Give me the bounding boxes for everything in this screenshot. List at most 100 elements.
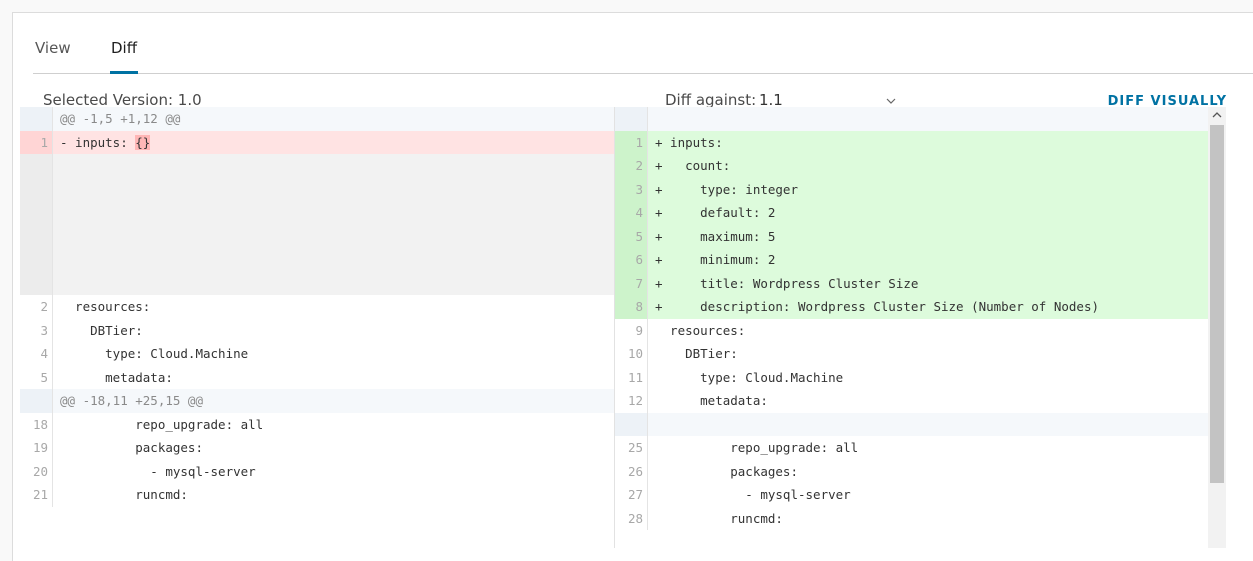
diff-line-left	[20, 248, 614, 272]
diff-line-left: 2 resources:	[20, 295, 614, 319]
diff-line-right: 5 + maximum: 5	[615, 224, 1209, 248]
line-number	[20, 177, 53, 201]
diff-line-left	[20, 177, 614, 201]
changed-token-highlight: {}	[135, 134, 151, 150]
diff-left-pane: @@ -1,5 +1,12 @@ 1 - inputs: {} 2 resources…	[20, 107, 614, 548]
line-code: - inputs: {}	[60, 131, 151, 155]
line-code-text: @@ -18,11 +25,15 @@	[60, 393, 203, 408]
line-code-text: + inputs:	[655, 134, 723, 150]
line-code-text: type: Cloud.Machine	[60, 346, 249, 361]
diff-line-right: 4 + default: 2	[615, 201, 1209, 225]
diff-line-right: 11 type: Cloud.Machine	[615, 365, 1209, 389]
line-number: 18	[20, 412, 53, 436]
diff-line-right	[615, 412, 1209, 436]
diff-line-right: 27 - mysql-server	[615, 483, 1209, 507]
line-number	[20, 107, 53, 131]
line-number: 4	[615, 201, 648, 225]
line-number	[615, 107, 648, 131]
diff-line-left: 21 runcmd:	[20, 483, 614, 507]
chevron-down-icon	[885, 93, 897, 105]
line-number: 19	[20, 436, 53, 460]
diff-line-right: 2 + count:	[615, 154, 1209, 178]
line-code-text: repo_upgrade: all	[60, 416, 264, 432]
line-code-text: runcmd:	[655, 510, 783, 526]
line-code-text: packages:	[60, 440, 203, 455]
line-number	[20, 271, 53, 295]
line-number: 27	[615, 483, 648, 507]
line-number: 3	[20, 318, 53, 342]
line-number: 26	[615, 459, 648, 483]
line-number: 6	[615, 248, 648, 272]
line-number: 5	[20, 365, 53, 389]
diff-line-right: 6 + minimum: 2	[615, 248, 1209, 272]
line-code-text: - mysql-server	[60, 463, 256, 479]
line-code-text: - mysql-server	[655, 487, 851, 502]
tab-bar: View Diff	[33, 35, 1253, 74]
diff-right-pane: 1 + inputs: 2 + count: 3 + type: integer 4 + de…	[614, 107, 1209, 548]
diff-line-left	[20, 224, 614, 248]
line-code: repo_upgrade: all	[60, 413, 263, 437]
line-number	[20, 201, 53, 225]
line-number: 21	[20, 483, 53, 507]
tab-view[interactable]: View	[35, 35, 71, 73]
line-number	[20, 224, 53, 248]
line-code: resources:	[655, 319, 745, 343]
line-number: 28	[615, 506, 648, 530]
line-number: 11	[615, 365, 648, 389]
tab-diff[interactable]: Diff	[110, 35, 139, 74]
scrollbar-thumb[interactable]	[1210, 125, 1224, 483]
diff-line-left	[20, 154, 614, 178]
line-number: 3	[615, 177, 648, 201]
line-number	[20, 248, 53, 272]
line-code: type: Cloud.Machine	[60, 342, 248, 366]
line-number: 2	[20, 295, 53, 319]
line-code: packages:	[655, 460, 798, 484]
line-code-text: + type: integer	[655, 181, 798, 197]
diff-line-left: 19 packages:	[20, 436, 614, 460]
diff-line-right: 26 packages:	[615, 459, 1209, 484]
line-code-text: DBTier:	[60, 322, 143, 338]
line-code: runcmd:	[60, 483, 188, 507]
line-code-text: repo_upgrade: all	[655, 440, 859, 455]
line-code-text: + maximum: 5	[655, 228, 776, 244]
line-number: 1	[20, 130, 53, 154]
line-code-text: DBTier:	[655, 346, 738, 361]
line-code-text: - inputs:	[60, 134, 136, 150]
line-code: - mysql-server	[655, 483, 851, 507]
line-number: 4	[20, 342, 53, 366]
line-number: 2	[615, 154, 648, 178]
line-number	[20, 154, 53, 178]
line-code: + inputs:	[655, 131, 723, 155]
diff-line-right: 12 metadata:	[615, 389, 1209, 413]
diff-line-left: 5 metadata:	[20, 365, 614, 390]
line-code-text: type: Cloud.Machine	[655, 369, 844, 385]
line-code: + minimum: 2	[655, 248, 775, 272]
line-code-text: + default: 2	[655, 205, 776, 220]
line-code-text: + description: Wordpress Cluster Size (N…	[655, 299, 1100, 314]
line-code: DBTier:	[60, 319, 143, 343]
line-code: resources:	[60, 295, 150, 319]
diff-line-left	[20, 201, 614, 225]
tab-view-label: View	[35, 39, 71, 57]
line-code: + description: Wordpress Cluster Size (N…	[655, 295, 1099, 319]
line-code: metadata:	[60, 366, 173, 390]
diff-line-right: 8 + description: Wordpress Cluster Size (…	[615, 295, 1209, 319]
line-code: - mysql-server	[60, 460, 256, 484]
line-code-text: + title: Wordpress Cluster Size	[655, 275, 919, 291]
tab-diff-label: Diff	[111, 39, 138, 57]
line-number: 9	[615, 318, 648, 342]
diff-line-right: 3 + type: integer	[615, 177, 1209, 201]
diff-line-right	[615, 107, 1209, 131]
diff-line-right: 9 resources:	[615, 318, 1209, 343]
diff-line-left: 20 - mysql-server	[20, 459, 614, 484]
chevron-up-icon[interactable]	[1208, 107, 1226, 123]
line-code-text: runcmd:	[60, 487, 188, 502]
line-number: 1	[615, 130, 648, 154]
diff-line-left: @@ -1,5 +1,12 @@	[20, 107, 614, 131]
line-number	[20, 389, 53, 413]
line-code: + default: 2	[655, 201, 775, 225]
line-code: DBTier:	[655, 342, 738, 366]
diff-line-left: 1 - inputs: {}	[20, 130, 614, 155]
line-number: 25	[615, 436, 648, 460]
vertical-scrollbar[interactable]	[1208, 107, 1226, 548]
